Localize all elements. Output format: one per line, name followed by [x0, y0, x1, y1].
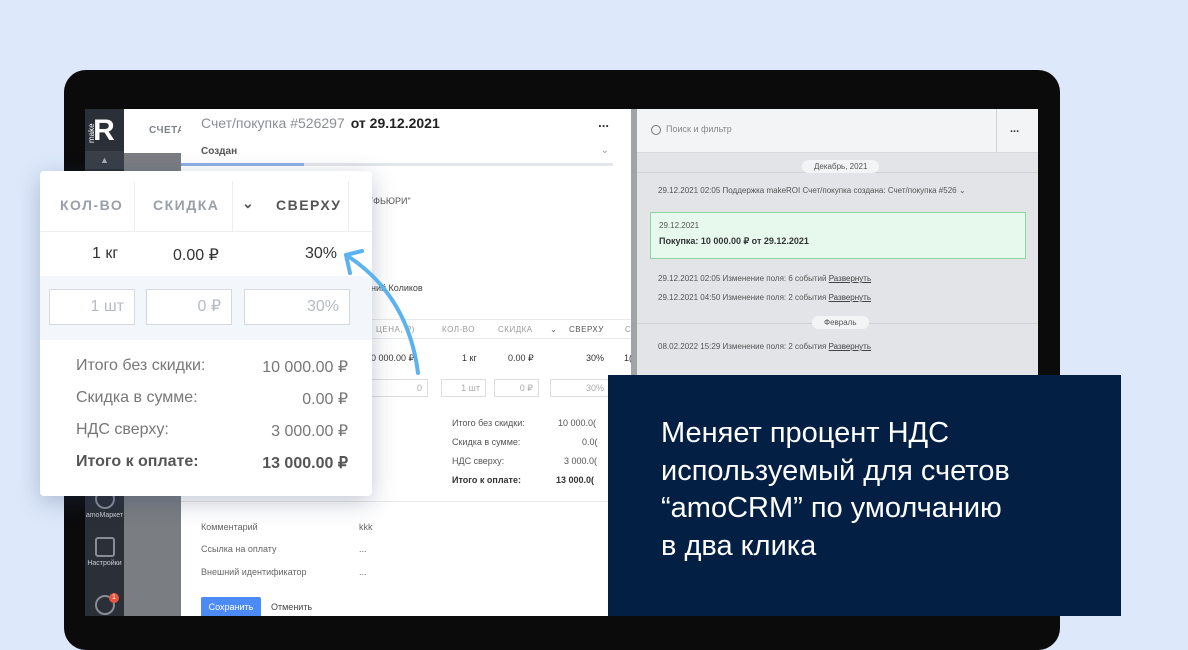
month-label: Декабрь, 2021: [802, 160, 880, 173]
popup-header: КОЛ-ВО СКИДКА ⌄ СВЕРХУ: [40, 171, 372, 232]
total-label: НДС сверху:: [76, 421, 169, 438]
settings-icon: [94, 537, 115, 557]
discount-input[interactable]: 0 ₽: [146, 289, 232, 325]
month-label: Февраль: [812, 316, 869, 329]
purchase-note[interactable]: 29.12.2021 Покупка: 10 000.00 ₽ от 29.12…: [650, 212, 1026, 259]
column-divider: [348, 181, 349, 232]
col-top: СВЕРХУ: [276, 197, 342, 213]
event-text: 08.02.2022 15:29 Изменение поля: 2 событ…: [658, 342, 827, 351]
field-label: Внешний идентификатор: [201, 567, 307, 577]
discount-input[interactable]: 0 ₽: [494, 379, 539, 397]
total-value: 0.00 ₽: [302, 391, 348, 408]
qty-input[interactable]: 1 шт: [49, 289, 135, 325]
external-id-field[interactable]: ...: [359, 567, 367, 577]
search-icon[interactable]: [651, 125, 661, 135]
chevron-down-icon[interactable]: ⌄: [242, 195, 255, 212]
feed-event: 08.02.2022 15:29 Изменение поля: 2 событ…: [658, 342, 871, 351]
total-value: 10 000.0(: [558, 418, 597, 428]
total-label: Скидка в сумме:: [76, 389, 198, 406]
payment-link-field[interactable]: ...: [359, 544, 367, 554]
field-label: Ссылка на оплату: [201, 544, 277, 554]
invoice-menu-button[interactable]: ...: [598, 115, 609, 130]
comment-field[interactable]: kkk: [359, 522, 373, 532]
total-label: Скидка в сумме:: [452, 437, 521, 447]
promo-text: Меняет процент НДС используемый для счет…: [661, 417, 1010, 562]
total-label: Итого к оплате:: [76, 453, 199, 470]
total-label: НДС сверху:: [452, 456, 505, 466]
save-button[interactable]: Сохранить: [201, 597, 261, 616]
field-label: Комментарий: [201, 522, 258, 532]
feed-event: 29.12.2021 02:05 Изменение поля: 6 событ…: [658, 274, 871, 283]
section-title: СЧЕТА: [124, 109, 184, 153]
feed-event: 29.12.2021 02:05 Поддержка makeROI Счет/…: [658, 186, 966, 195]
total-value: 0.0(: [582, 437, 598, 447]
event-text: 29.12.2021 02:05 Изменение поля: 6 событ…: [658, 274, 827, 283]
note-title: Покупка: 10 000.00 ₽ от 29.12.2021: [659, 236, 809, 246]
vat-value: 30%: [305, 245, 338, 262]
expand-link[interactable]: Развернуть: [829, 342, 871, 351]
qty-value: 1 кг: [92, 245, 119, 262]
expand-link[interactable]: Развернуть: [829, 274, 871, 283]
total-value: 3 000.00 ₽: [271, 423, 348, 440]
col-qty: КОЛ-ВО: [60, 197, 124, 213]
sidebar-item-label: Настройки: [87, 560, 122, 567]
divider: [996, 109, 997, 153]
promo-panel: Меняет процент НДС используемый для счет…: [608, 375, 1121, 616]
price-input[interactable]: 0: [371, 379, 428, 397]
status-label[interactable]: Создан: [201, 146, 237, 157]
col-discount: СКИДКА: [153, 197, 220, 213]
invoice-title: Счет/покупка #526297 от 29.12.2021: [201, 115, 440, 131]
col-top: СВЕРХУ: [569, 325, 604, 334]
logo: R: [93, 114, 115, 147]
feed-menu-button[interactable]: ...: [1010, 123, 1019, 135]
chat-badge: 1: [109, 593, 119, 603]
row-vat: 30%: [586, 353, 605, 363]
expand-link[interactable]: Развернуть: [829, 293, 871, 302]
event-text: 29.12.2021 04:50 Изменение поля: 2 событ…: [658, 293, 827, 302]
total-value: 13 000.0(: [556, 475, 595, 485]
search-input[interactable]: Поиск и фильтр: [666, 124, 732, 134]
note-date: 29.12.2021: [659, 221, 700, 230]
column-divider: [134, 181, 135, 232]
pointer-arrow-icon: [344, 249, 420, 375]
chevron-down-icon[interactable]: ⌄: [601, 145, 609, 156]
total-label: Итого без скидки:: [452, 418, 525, 428]
column-divider: [232, 181, 233, 232]
qty-input[interactable]: 1 шт: [441, 379, 486, 397]
total-value: 13 000.00 ₽: [262, 455, 348, 472]
sidebar-item-label: amoМаркет: [85, 512, 124, 519]
pipeline-progress: [181, 163, 613, 166]
feed-event: 29.12.2021 04:50 Изменение поля: 2 событ…: [658, 293, 871, 302]
vat-zoom-popup: КОЛ-ВО СКИДКА ⌄ СВЕРХУ 1 кг 0.00 ₽ 30% 1…: [40, 171, 372, 496]
col-dropdown-icon[interactable]: ⌄: [550, 325, 557, 334]
col-qty: КОЛ-ВО: [442, 325, 475, 334]
total-label: Итого без скидки:: [76, 357, 206, 374]
invoice-number: Счет/покупка #526297: [201, 115, 345, 131]
row-qty: 1 кг: [462, 353, 477, 363]
divider: [181, 501, 631, 502]
col-discount: СКИДКА: [498, 325, 533, 334]
cancel-button[interactable]: Отменить: [271, 597, 312, 616]
total-label: Итого к оплате:: [452, 475, 521, 485]
total-value: 3 000.0(: [564, 456, 598, 466]
feed-search-bar: Поиск и фильтр ...: [637, 109, 1038, 153]
vat-input[interactable]: 30%: [244, 289, 350, 325]
sidebar-scroll-up-icon[interactable]: ▲: [85, 151, 124, 169]
invoice-date: от 29.12.2021: [350, 115, 440, 131]
discount-value: 0.00 ₽: [173, 247, 219, 264]
sidebar-item-settings[interactable]: Настройки: [85, 537, 124, 567]
row-discount: 0.00 ₽: [508, 353, 534, 363]
total-value: 10 000.00 ₽: [262, 359, 348, 376]
vat-input[interactable]: 30%: [550, 379, 610, 397]
